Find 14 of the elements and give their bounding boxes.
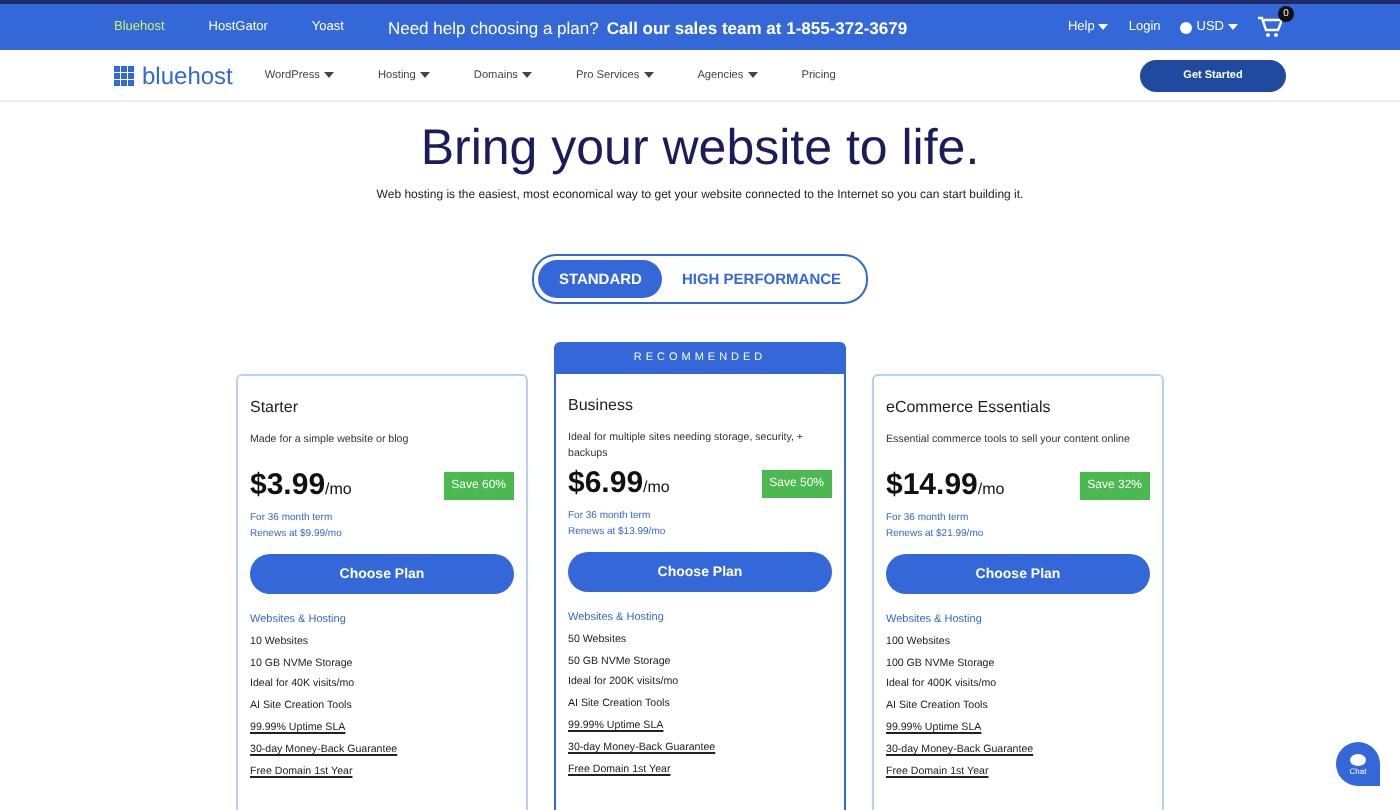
plan-name: Starter xyxy=(250,398,301,416)
plan-price: $6.99/mo xyxy=(568,466,670,502)
sales-phone-text: Call our sales team at 1-855-372-3679 xyxy=(606,17,908,37)
logo-icon xyxy=(114,65,134,85)
plan-name: Business xyxy=(568,396,635,414)
cart-icon[interactable] xyxy=(1258,15,1282,37)
plan-price: $3.99/mo xyxy=(250,468,352,504)
hero-title: Bring your website to life. xyxy=(418,120,982,178)
plan-price: $14.99/mo xyxy=(886,468,1005,504)
caret-icon xyxy=(1228,24,1238,30)
logo-text: bluehost xyxy=(142,61,233,89)
plan-name: eCommerce Essentials xyxy=(886,398,1053,416)
caret-icon xyxy=(1098,24,1109,30)
promo-text: Need help choosing a plan? xyxy=(387,17,599,37)
